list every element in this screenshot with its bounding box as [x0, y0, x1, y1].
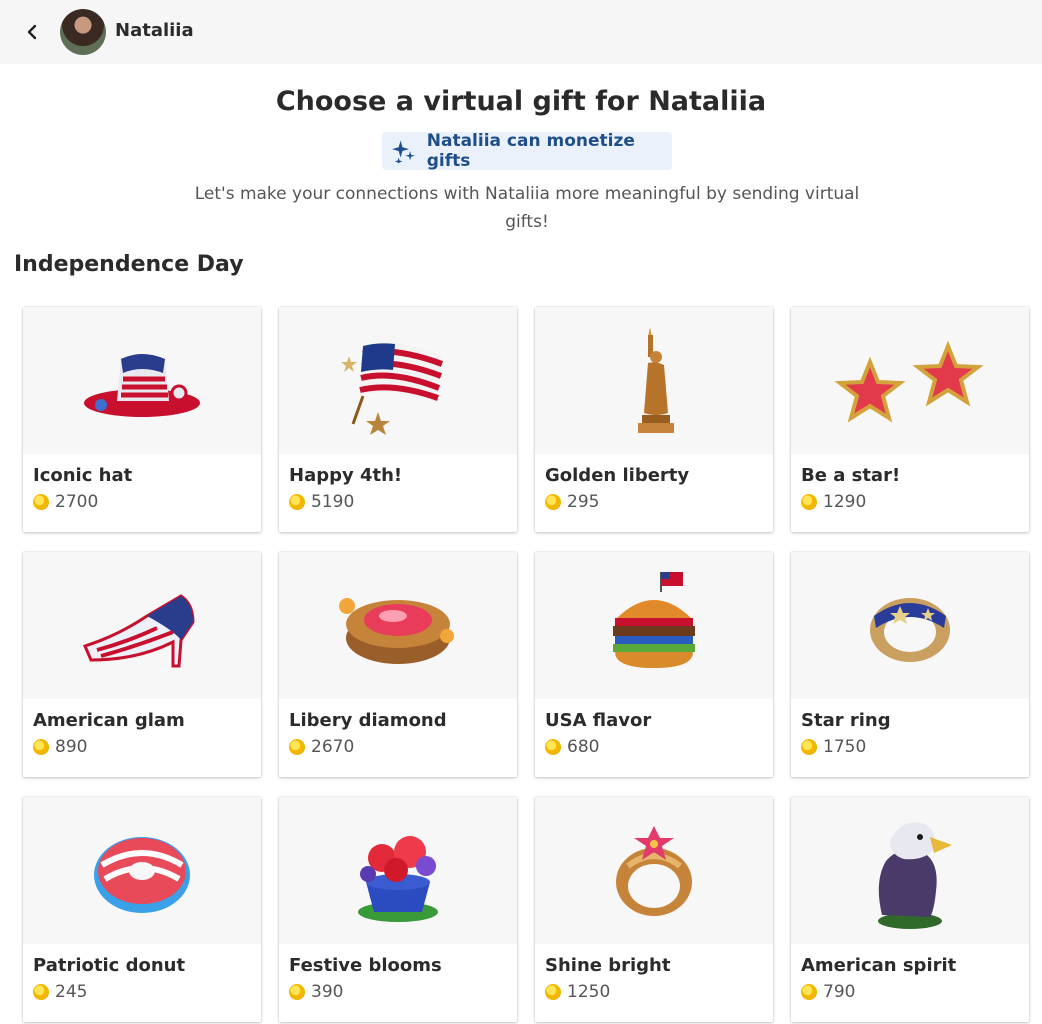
gift-name: Patriotic donut — [33, 955, 186, 976]
gold-ring-icon — [616, 825, 692, 916]
gift-name: Be a star! — [801, 465, 901, 486]
diamond-icon — [339, 597, 454, 664]
eagle-icon — [878, 821, 952, 929]
gift-card[interactable]: USA flavor 680 — [535, 552, 773, 777]
gift-price: 5190 — [289, 492, 517, 512]
coin-icon — [289, 984, 305, 1000]
gift-card[interactable]: Iconic hat 2700 — [23, 307, 261, 532]
avatar[interactable] — [60, 9, 106, 55]
gift-name: Shine bright — [545, 955, 671, 976]
gift-price: 2700 — [33, 492, 261, 512]
hat-icon — [84, 353, 200, 417]
donut-icon — [94, 836, 190, 913]
gift-name: USA flavor — [545, 710, 652, 731]
gift-card[interactable]: Libery diamond 2670 — [279, 552, 517, 777]
gift-card[interactable]: Festive blooms 390 — [279, 797, 517, 1022]
star-earrings-icon — [834, 340, 984, 422]
gift-name: Star ring — [801, 710, 891, 731]
gift-price: 680 — [545, 737, 773, 757]
gift-card[interactable]: Star ring 1750 — [791, 552, 1029, 777]
star-ring-icon — [870, 597, 950, 662]
statue-icon — [638, 327, 674, 433]
page-title: Choose a virtual gift for Nataliia — [275, 86, 767, 117]
top-bar: Nataliia — [0, 0, 1042, 64]
gift-card[interactable]: Be a star! 1290 — [791, 307, 1029, 532]
burger-icon — [613, 572, 695, 668]
coin-icon — [801, 739, 817, 755]
coin-icon — [545, 739, 561, 755]
gift-name: Happy 4th! — [289, 465, 403, 486]
flag-icon — [341, 342, 444, 435]
coin-icon — [33, 494, 49, 510]
shoe-icon — [82, 593, 195, 667]
coin-icon — [289, 739, 305, 755]
gift-name: American spirit — [801, 955, 957, 976]
section-title: Independence Day — [14, 252, 244, 277]
gift-price: 790 — [801, 982, 1029, 1002]
chevron-left-icon — [27, 24, 37, 40]
gift-price: 2670 — [289, 737, 517, 757]
gift-card[interactable]: Golden liberty 295 — [535, 307, 773, 532]
gift-price: 390 — [289, 982, 517, 1002]
back-button[interactable] — [16, 16, 48, 48]
gift-price: 1750 — [801, 737, 1029, 757]
gift-card[interactable]: Happy 4th! 5190 — [279, 307, 517, 532]
gift-price: 295 — [545, 492, 773, 512]
coin-icon — [33, 739, 49, 755]
gift-price: 890 — [33, 737, 261, 757]
gift-price: 1250 — [545, 982, 773, 1002]
gift-card[interactable]: American spirit 790 — [791, 797, 1029, 1022]
gift-name: American glam — [33, 710, 185, 731]
gift-name: Iconic hat — [33, 465, 133, 486]
gift-price: 245 — [33, 982, 261, 1002]
gift-name: Golden liberty — [545, 465, 690, 486]
flowers-icon — [358, 835, 438, 922]
coin-icon — [545, 984, 561, 1000]
gift-card[interactable]: Patriotic donut 245 — [23, 797, 261, 1022]
coin-icon — [545, 494, 561, 510]
gift-card[interactable]: Shine bright 1250 — [535, 797, 773, 1022]
gift-name: Festive blooms — [289, 955, 442, 976]
subtitle: Let's make your connections with Natalii… — [194, 184, 860, 232]
profile-name[interactable]: Nataliia — [115, 20, 194, 41]
gift-name: Libery diamond — [289, 710, 447, 731]
coin-icon — [33, 984, 49, 1000]
coin-icon — [801, 494, 817, 510]
gift-card[interactable]: American glam 890 — [23, 552, 261, 777]
gift-price: 1290 — [801, 492, 1029, 512]
coin-icon — [801, 984, 817, 1000]
monetize-badge: Nataliia can monetize gifts — [382, 131, 672, 171]
gift-grid: Iconic hat 2700 Happy 4th! 5190 Golden l… — [23, 307, 1029, 1022]
sparkle-icon — [392, 140, 415, 164]
coin-icon — [289, 494, 305, 510]
monetize-badge-text: Nataliia can monetize gifts — [426, 131, 635, 171]
